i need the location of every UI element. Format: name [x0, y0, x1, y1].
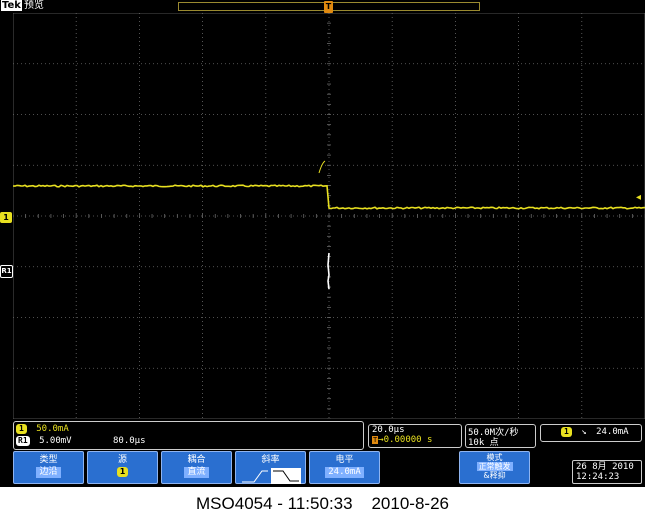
- slope-rising-falling-icon: [241, 468, 301, 484]
- trigger-coupling-label: 耦合: [187, 455, 206, 465]
- ch1-scale-row: 1 50.0mA: [16, 424, 69, 434]
- trigger-position-marker[interactable]: T: [324, 1, 333, 13]
- trigger-readout-box: 1 ↘ 24.0mA: [540, 424, 642, 442]
- ch1-scale-value: 50.0mA: [36, 424, 69, 434]
- trigger-coupling-button[interactable]: 耦合 直流: [161, 451, 232, 484]
- trigger-source-value-wrap: 1: [88, 466, 157, 478]
- ref1-marker[interactable]: R1: [0, 265, 13, 278]
- trigger-source-badge[interactable]: 1: [561, 427, 572, 437]
- trigger-source-label: 源: [117, 455, 127, 465]
- trigger-mode-value: 正常触发: [476, 462, 513, 471]
- ch1-ground-marker[interactable]: 1: [0, 212, 12, 223]
- horizontal-readout-box: 20.0μs T→0.00000 s: [368, 424, 462, 448]
- trigger-source-value: 1: [116, 467, 129, 477]
- trigger-level-button[interactable]: 电平 24.0mA: [309, 451, 380, 484]
- horizontal-delay: 0.00000 s: [383, 435, 433, 445]
- oscilloscope-screen: Tek 预览 T 1 R1 ◂ 1 50.0mA R1 5.00mV 80.0μs…: [0, 0, 645, 487]
- trigger-level-label: 电平: [335, 455, 354, 465]
- datetime-box: 26 8月 2010 12:24:23: [572, 460, 642, 484]
- trigger-readout-row: 1 ↘ 24.0mA: [561, 427, 629, 437]
- trigger-type-label: 类型: [39, 455, 58, 465]
- time-value: 12:24:23: [576, 472, 620, 482]
- vertical-readout-box: 1 50.0mA R1 5.00mV 80.0μs: [13, 421, 364, 450]
- acquisition-readout-box: 50.0M次/秒 10k 点: [465, 424, 536, 448]
- ref-waveform: [327, 252, 330, 290]
- ref-badge[interactable]: R1: [16, 436, 30, 446]
- trigger-mode-label: 模式: [486, 453, 503, 462]
- image-caption: MSO4054 - 11:50:33 2010-8-26: [196, 494, 449, 513]
- horizontal-delay-row: T→0.00000 s: [372, 435, 432, 445]
- brand-logo: Tek: [1, 0, 22, 11]
- top-status-bar: Tek 预览 T: [0, 0, 645, 13]
- graticule-lines: [13, 13, 645, 419]
- trigger-level-value: 24.0mA: [596, 427, 629, 437]
- ch1-badge[interactable]: 1: [16, 424, 27, 434]
- trigger-type-value: 边沿: [36, 467, 61, 478]
- trigger-holdoff-value: &释抑: [483, 471, 506, 480]
- waveform-graticule: [13, 13, 645, 419]
- date-value: 26 8月 2010: [576, 462, 634, 472]
- ref-scale-value: 5.00mV: [39, 436, 72, 446]
- trigger-source-button[interactable]: 源 1: [87, 451, 158, 484]
- record-length: 10k 点: [468, 438, 499, 448]
- trigger-level-arrow[interactable]: ◂: [636, 193, 641, 203]
- trigger-slope-icon: ↘: [581, 427, 587, 437]
- trigger-type-button[interactable]: 类型 边沿: [13, 451, 84, 484]
- trigger-coupling-value: 直流: [184, 467, 209, 478]
- trigger-level-menu-value: 24.0mA: [325, 467, 364, 478]
- trigger-slope-label: 斜率: [261, 455, 280, 465]
- ref-time-value: 80.0μs: [113, 436, 146, 446]
- brand-label: Tek 预览: [1, 0, 44, 12]
- acquisition-mode: 预览: [23, 0, 44, 11]
- trigger-glitch-trace: [318, 160, 326, 174]
- trigger-mode-button[interactable]: 模式 正常触发 &释抑: [459, 451, 530, 484]
- trigger-slope-button[interactable]: 斜率: [235, 451, 306, 484]
- horizontal-scale: 20.0μs: [372, 425, 405, 435]
- ref-scale-row: R1 5.00mV 80.0μs: [16, 436, 146, 446]
